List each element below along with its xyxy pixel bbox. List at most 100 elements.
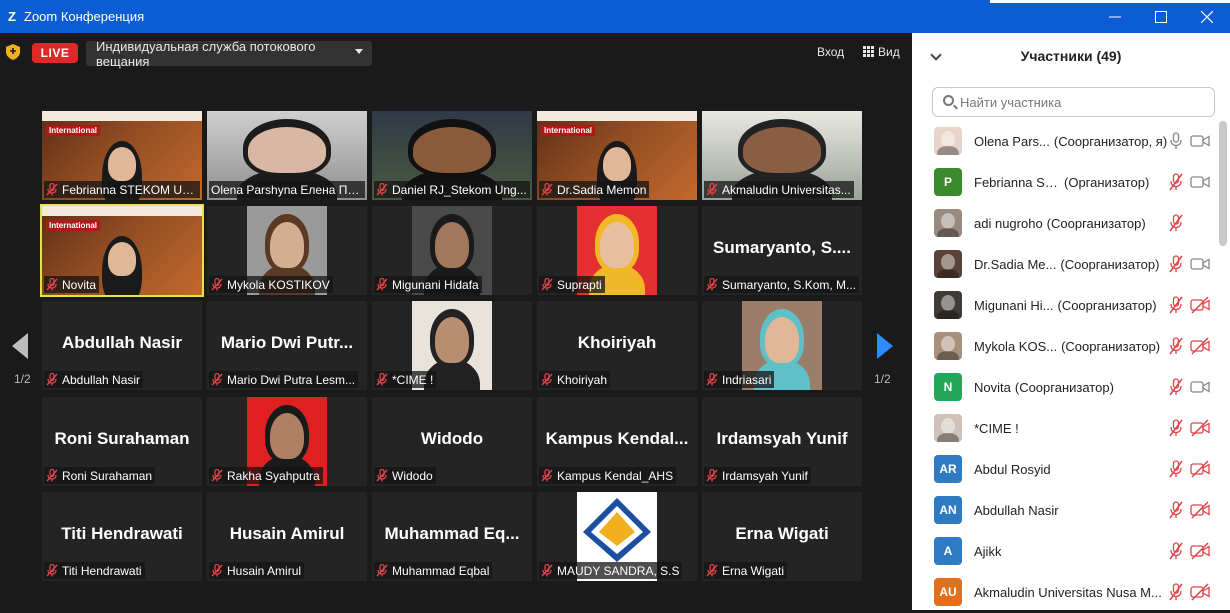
participant-name: Febrianna STEKOM Un...	[62, 182, 197, 197]
video-tile[interactable]: Roni Surahaman Roni Surahaman	[42, 397, 202, 486]
participant-row[interactable]: Mykola KOS... (Соорганизатор)	[912, 326, 1218, 367]
participant-label: Migunani Hi... (Соорганизатор)	[974, 298, 1157, 313]
participant-row[interactable]: *CIME !	[912, 408, 1218, 449]
video-tile[interactable]: Khoiriyah Khoiriyah	[537, 301, 697, 390]
video-tile[interactable]: Olena Parshyna Елена Па...	[207, 111, 367, 200]
video-tile[interactable]: MAUDY SANDRA, S.S	[537, 492, 697, 581]
participant-name: Migunani Hidafa	[392, 277, 479, 292]
camera-icon[interactable]	[1190, 378, 1210, 396]
participant-row[interactable]: adi nugroho (Соорганизатор)	[912, 203, 1218, 244]
tile-display-name: Mario Dwi Putr...	[220, 333, 354, 352]
live-badge[interactable]: LIVE	[32, 43, 78, 63]
close-button[interactable]	[1184, 0, 1230, 33]
camera-icon[interactable]	[1190, 173, 1210, 191]
avatar: AU	[934, 578, 962, 606]
mic-icon[interactable]	[1168, 132, 1184, 150]
tile-display-name: Widodo	[420, 429, 484, 448]
camera-icon[interactable]	[1190, 255, 1210, 273]
participant-name: Abdul Rosyid	[974, 462, 1051, 477]
video-tile[interactable]: *CIME !	[372, 301, 532, 390]
video-tile[interactable]: Suprapti	[537, 206, 697, 295]
mic-muted-icon[interactable]	[1168, 419, 1184, 437]
avatar: AR	[934, 455, 962, 483]
participant-list-scrollbar[interactable]	[1219, 121, 1227, 246]
participant-row[interactable]: AR Abdul Rosyid	[912, 449, 1218, 490]
participant-row[interactable]: Migunani Hi... (Соорганизатор)	[912, 285, 1218, 326]
video-tile[interactable]: Husain Amirul Husain Amirul	[207, 492, 367, 581]
mic-muted-icon[interactable]	[1168, 378, 1184, 396]
participant-row[interactable]: N Novita (Соорганизатор)	[912, 367, 1218, 408]
video-tile[interactable]: Erna Wigati Erna Wigati	[702, 492, 862, 581]
participant-name-tag: Mario Dwi Putra Lesm...	[209, 371, 359, 388]
participant-row[interactable]: AU Akmaludin Universitas Nusa M...	[912, 572, 1218, 613]
prev-page-button[interactable]	[12, 333, 28, 359]
video-tile[interactable]: Daniel RJ_Stekom Ung...	[372, 111, 532, 200]
participant-label: Novita (Соорганизатор)	[974, 380, 1114, 395]
mic-muted-icon[interactable]	[1168, 542, 1184, 560]
shield-icon[interactable]	[6, 44, 20, 60]
mic-muted-icon	[211, 373, 223, 386]
search-input[interactable]	[960, 92, 1205, 112]
participant-name: *CIME !	[392, 372, 434, 387]
camera-off-icon[interactable]	[1190, 337, 1210, 355]
mic-muted-icon[interactable]	[1168, 255, 1184, 273]
participant-row[interactable]: P Febrianna STEK... (Организатор)	[912, 162, 1218, 203]
participant-label: Ajikk	[974, 544, 1001, 559]
video-tile[interactable]: Muhammad Eq... Muhammad Eqbal	[372, 492, 532, 581]
participant-name-tag: Khoiriyah	[539, 371, 611, 388]
stream-service-dropdown[interactable]: Индивидуальная служба потокового вещания	[86, 39, 372, 69]
mic-muted-icon	[706, 469, 718, 482]
camera-off-icon[interactable]	[1190, 419, 1210, 437]
next-page-button[interactable]	[877, 333, 893, 359]
video-tile[interactable]: International Dr.Sadia Memon	[537, 111, 697, 200]
video-tile[interactable]: Migunani Hidafa	[372, 206, 532, 295]
maximize-button[interactable]	[1138, 0, 1184, 33]
camera-off-icon[interactable]	[1190, 460, 1210, 478]
video-tile[interactable]: Mykola KOSTIKOV	[207, 206, 367, 295]
participant-name-tag: Novita	[44, 276, 100, 293]
participant-name-tag: Rakha Syahputra	[209, 467, 323, 484]
video-tile[interactable]: Titi Hendrawati Titi Hendrawati	[42, 492, 202, 581]
participant-name: Novita	[974, 380, 1011, 395]
tile-display-name: Muhammad Eq...	[384, 524, 520, 543]
video-tile[interactable]: Irdamsyah Yunif Irdamsyah Yunif	[702, 397, 862, 486]
participant-search[interactable]	[932, 87, 1215, 117]
video-tile[interactable]: Mario Dwi Putr... Mario Dwi Putra Lesm...	[207, 301, 367, 390]
view-button[interactable]: Вид	[863, 45, 900, 59]
camera-off-icon[interactable]	[1190, 542, 1210, 560]
minimize-button[interactable]	[1092, 0, 1138, 33]
camera-off-icon[interactable]	[1190, 583, 1210, 601]
video-tile[interactable]: International Febrianna STEKOM Un...	[42, 111, 202, 200]
mic-muted-icon[interactable]	[1168, 173, 1184, 191]
participant-name-tag: MAUDY SANDRA, S.S	[539, 562, 683, 579]
video-tile[interactable]: Rakha Syahputra	[207, 397, 367, 486]
mic-muted-icon[interactable]	[1168, 214, 1184, 232]
mic-muted-icon[interactable]	[1168, 501, 1184, 519]
video-tile[interactable]: Abdullah Nasir Abdullah Nasir	[42, 301, 202, 390]
video-tile[interactable]: International Novita	[40, 204, 204, 297]
mic-muted-icon[interactable]	[1168, 296, 1184, 314]
video-tile[interactable]: Indriasari	[702, 301, 862, 390]
mic-muted-icon[interactable]	[1168, 337, 1184, 355]
enter-button[interactable]: Вход	[817, 45, 844, 59]
participant-role: (Соорганизатор)	[1046, 216, 1146, 231]
participant-row[interactable]: Dr.Sadia Me... (Соорганизатор)	[912, 244, 1218, 285]
video-tile[interactable]: Sumaryanto, S.... Sumaryanto, S.Kom, M...	[702, 206, 862, 295]
camera-icon[interactable]	[1190, 132, 1210, 150]
participant-name: Suprapti	[557, 277, 602, 292]
mic-muted-icon	[706, 278, 718, 291]
participant-row[interactable]: A Ajikk	[912, 531, 1218, 572]
camera-off-icon[interactable]	[1190, 501, 1210, 519]
video-tile[interactable]: Kampus Kendal... Kampus Kendal_AHS	[537, 397, 697, 486]
video-tile[interactable]: Widodo Widodo	[372, 397, 532, 486]
participant-name: Roni Surahaman	[62, 468, 153, 483]
participant-row[interactable]: AN Abdullah Nasir	[912, 490, 1218, 531]
mic-muted-icon	[541, 373, 553, 386]
view-label: Вид	[878, 45, 900, 59]
participant-row[interactable]: Olena Pars... (Соорганизатор, я)	[912, 121, 1218, 162]
mic-muted-icon[interactable]	[1168, 460, 1184, 478]
video-tile[interactable]: Akmaludin Universitas...	[702, 111, 862, 200]
mic-muted-icon[interactable]	[1168, 583, 1184, 601]
camera-off-icon[interactable]	[1190, 296, 1210, 314]
participant-name-tag: Husain Amirul	[209, 562, 305, 579]
